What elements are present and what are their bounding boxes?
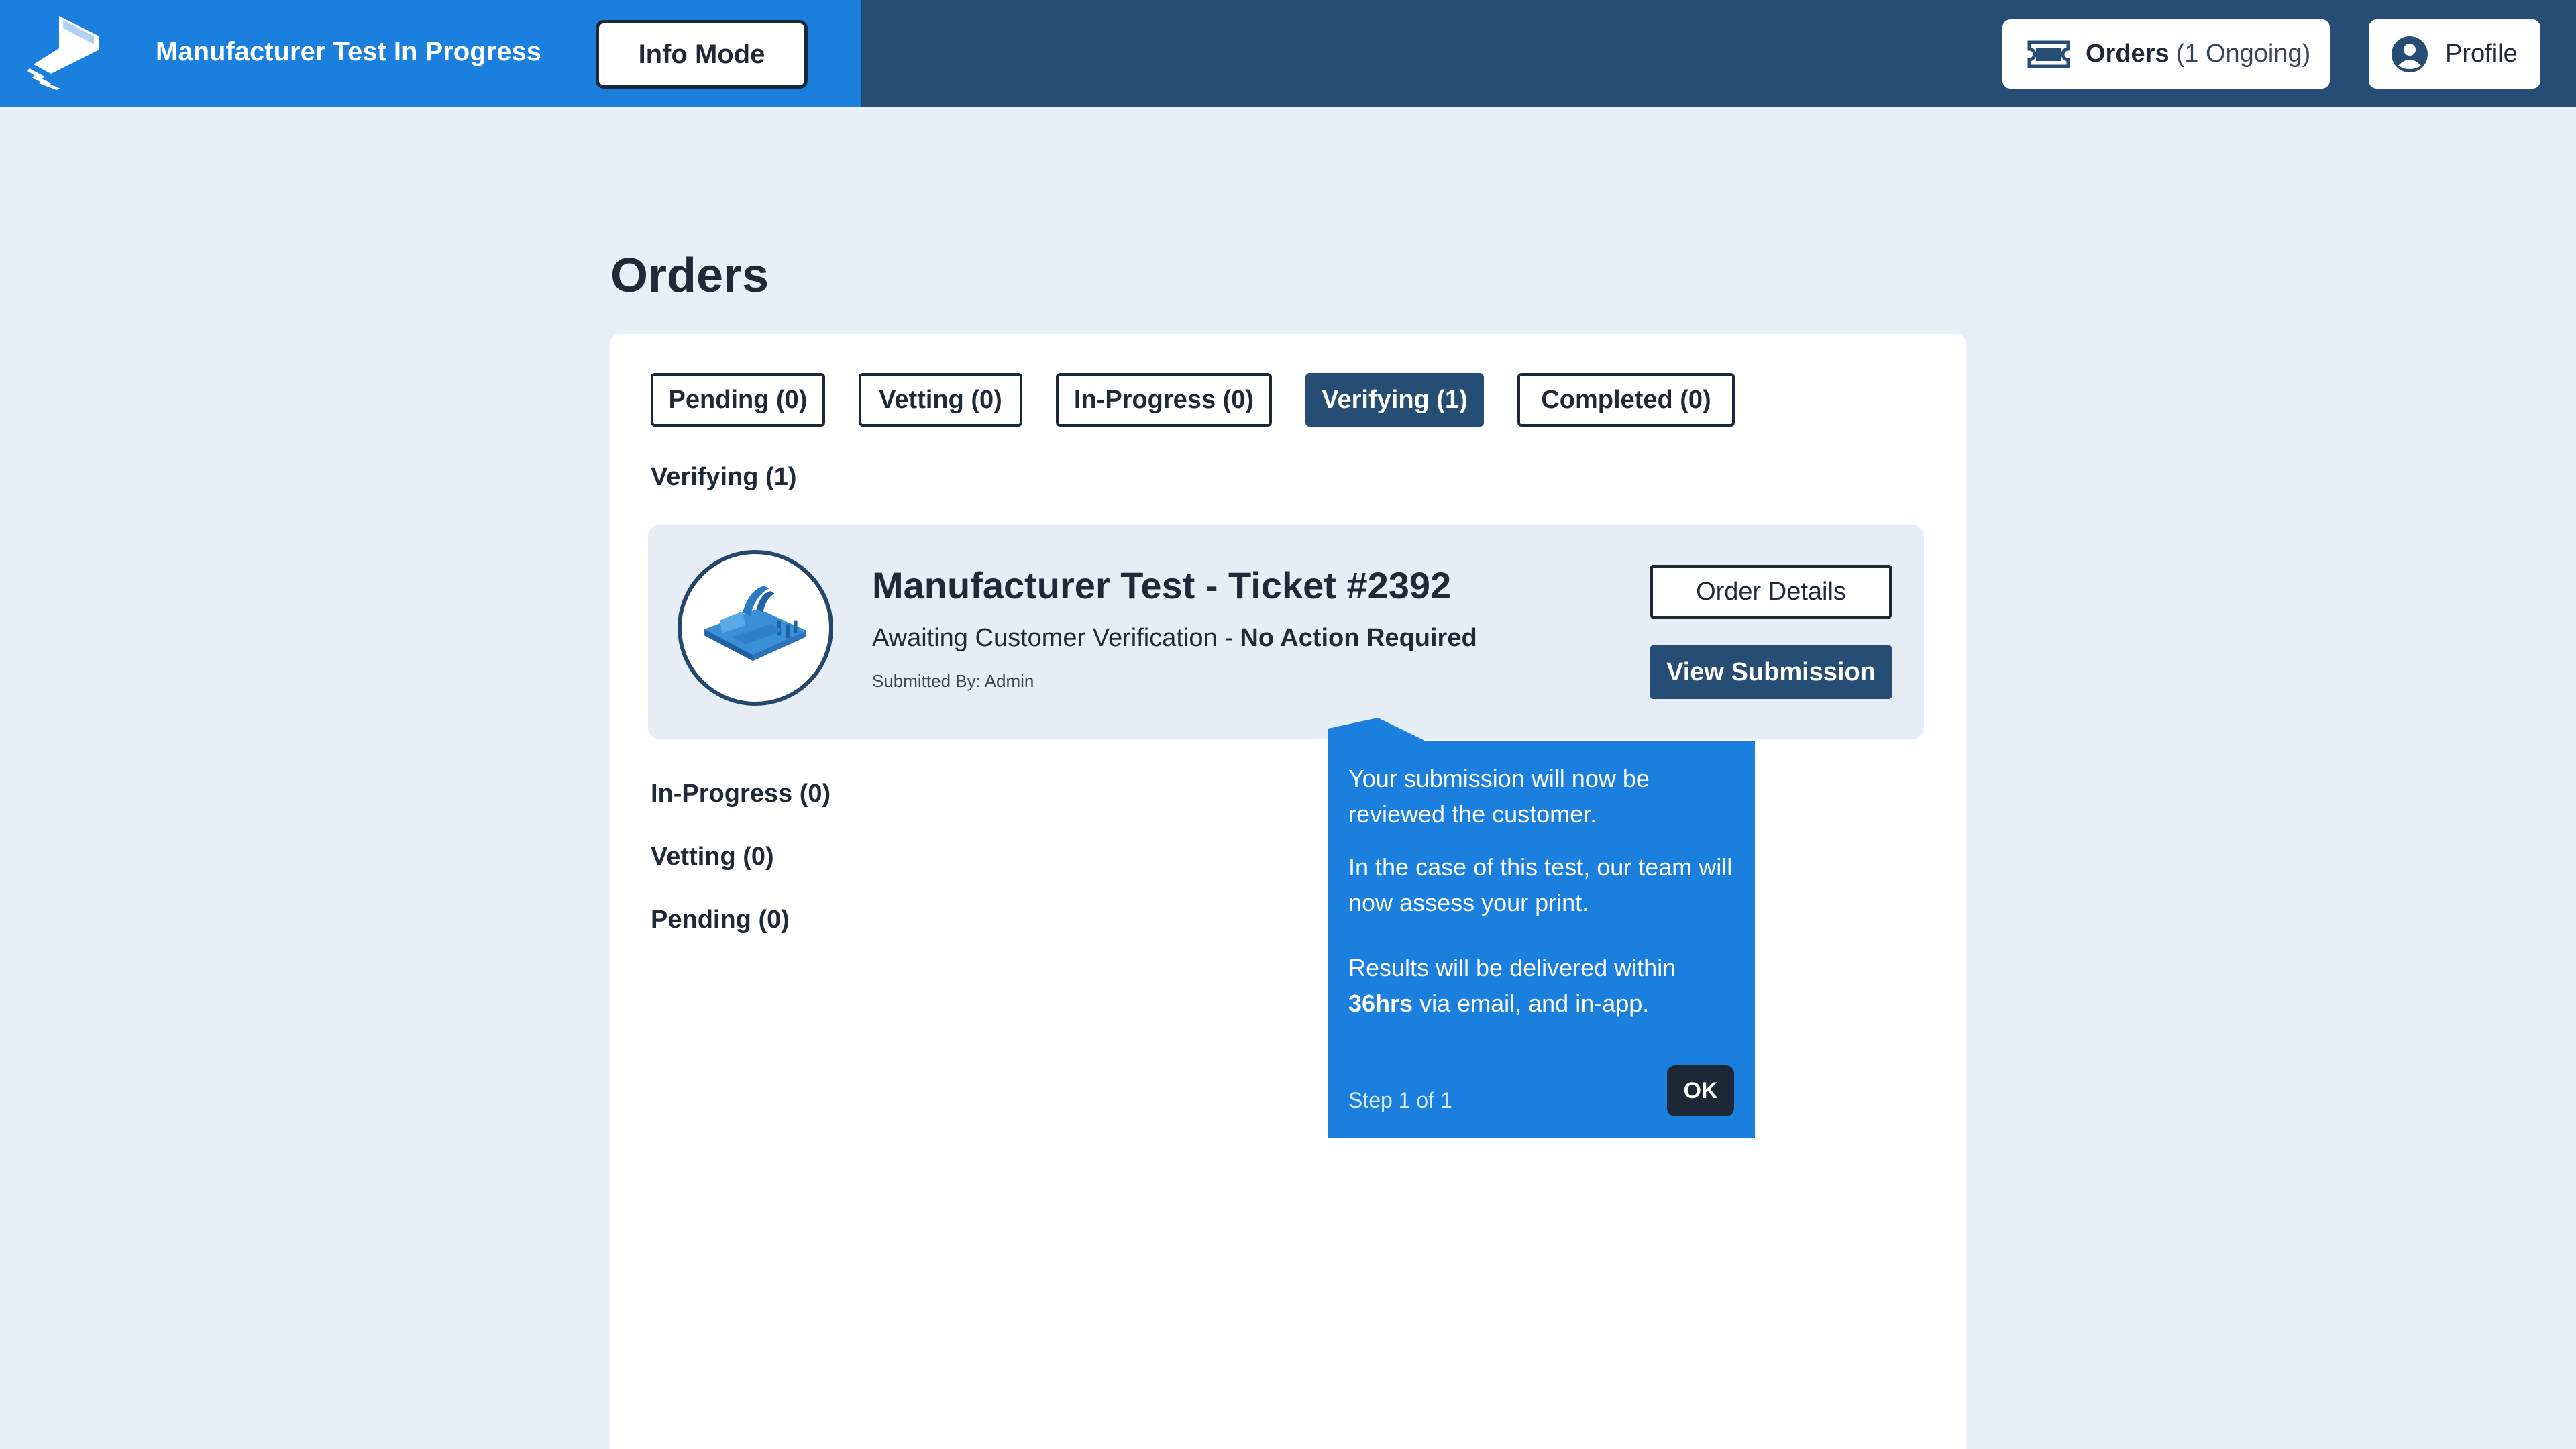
tab-verifying[interactable]: Verifying (1) [1305,373,1484,427]
page-title: Orders [610,249,769,303]
brand-logo-icon[interactable] [24,15,105,90]
tab-completed[interactable]: Completed (0) [1517,373,1735,427]
section-heading-pending: Pending (0) [651,906,790,934]
profile-label: Profile [2445,40,2518,68]
order-status: Awaiting Customer Verification - No Acti… [872,624,1477,653]
ticket-icon [2027,40,2070,68]
order-status-text: Awaiting Customer Verification - [872,624,1240,652]
status-tabs: Pending (0) Vetting (0) In-Progress (0) … [651,373,1768,427]
info-mode-button[interactable]: Info Mode [596,20,808,89]
print-model-image [704,586,806,661]
tooltip-step-counter: Step 1 of 1 [1348,1088,1452,1112]
profile-button[interactable]: Profile [2369,19,2540,89]
order-details-button[interactable]: Order Details [1650,565,1892,619]
top-bar: Manufacturer Test In Progress Info Mode … [0,0,2576,107]
section-heading-verifying: Verifying (1) [651,463,797,491]
tooltip-results-prefix: Results will be delivered within [1348,954,1676,981]
section-heading-in-progress: In-Progress (0) [651,780,831,808]
top-bar-brand-section: Manufacturer Test In Progress Info Mode [0,0,861,107]
tab-in-progress[interactable]: In-Progress (0) [1056,373,1272,427]
orders-button[interactable]: Orders (1 Ongoing) [2002,19,2330,89]
tooltip-results-suffix: via email, and in-app. [1413,989,1650,1017]
order-thumbnail [678,550,833,706]
tooltip-arrow [1328,718,1428,742]
onboarding-tooltip: Your submission will now be reviewed the… [1328,741,1755,1138]
view-submission-button[interactable]: View Submission [1650,645,1892,699]
order-card: Manufacturer Test - Ticket #2392 Awaitin… [648,525,1924,739]
section-heading-vetting: Vetting (0) [651,843,774,871]
orders-label: Orders [2086,40,2169,68]
tooltip-text-review: Your submission will now be reviewed the… [1348,765,1650,828]
tooltip-text-results: Results will be delivered within 36hrs v… [1348,950,1744,1021]
order-title: Manufacturer Test - Ticket #2392 [872,564,1452,606]
app-title: Manufacturer Test In Progress [156,37,541,66]
orders-panel: Pending (0) Vetting (0) In-Progress (0) … [610,334,1966,1449]
tooltip-text-assess: In the case of this test, our team will … [1348,853,1733,916]
user-circle-icon [2392,36,2428,72]
submitted-by: Submitted By: Admin [872,671,1034,691]
order-status-note: No Action Required [1240,624,1477,652]
tooltip-results-time: 36hrs [1348,989,1413,1017]
tab-vetting[interactable]: Vetting (0) [859,373,1022,427]
tab-pending[interactable]: Pending (0) [651,373,825,427]
orders-count: (1 Ongoing) [2176,40,2311,68]
tooltip-ok-button[interactable]: OK [1667,1065,1734,1116]
